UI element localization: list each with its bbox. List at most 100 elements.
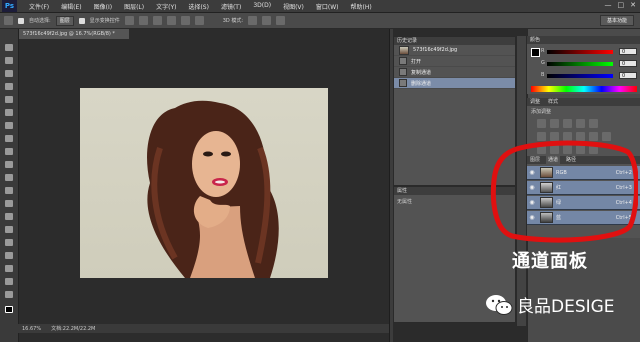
history-item[interactable]: 复制通道 <box>394 67 515 78</box>
g-channel-label: G <box>541 60 545 66</box>
adjustments-header: 调整 样式 <box>527 98 640 106</box>
history-state-icon <box>399 68 407 76</box>
dodge-icon[interactable] <box>3 212 16 221</box>
menu-file[interactable]: 文件(F) <box>23 2 55 11</box>
history-brush-icon[interactable] <box>3 160 16 169</box>
snapshot-label: 573f16c49f2d.jpg <box>413 47 458 53</box>
snapshot-thumbnail <box>399 45 409 55</box>
hand-icon[interactable] <box>3 277 16 286</box>
menu-edit[interactable]: 编辑(E) <box>55 2 87 11</box>
layer-select-dropdown[interactable]: 图层 <box>55 15 74 26</box>
brush-icon[interactable] <box>3 134 16 143</box>
workspace-dropdown[interactable]: 基本功能 <box>600 15 634 26</box>
pen-icon[interactable] <box>3 225 16 234</box>
blur-icon[interactable] <box>3 199 16 208</box>
window-controls: — □ ✕ <box>605 1 637 9</box>
show-transform-label: 显示变换控件 <box>89 18 120 24</box>
blue-slider[interactable] <box>547 74 613 78</box>
3d-rotate-icon[interactable] <box>248 16 258 25</box>
exposure-icon[interactable] <box>576 119 585 128</box>
red-value[interactable]: 0 <box>619 48 637 55</box>
history-item[interactable]: 打开 <box>394 56 515 67</box>
minimize-button[interactable]: — <box>605 1 612 9</box>
3d-pan-icon[interactable] <box>276 16 286 25</box>
checkbox-icon[interactable] <box>18 17 24 24</box>
color-swatch-icon[interactable] <box>3 305 16 314</box>
color-header[interactable]: 颜色 <box>527 36 640 44</box>
3d-roll-icon[interactable] <box>262 16 272 25</box>
watermark: 良品DESIGE <box>485 292 615 317</box>
green-slider[interactable] <box>547 62 613 66</box>
status-bar: 16.67% 文档:22.2M/22.2M <box>0 324 390 333</box>
menu-view[interactable]: 视图(V) <box>277 2 310 11</box>
menu-select[interactable]: 选择(S) <box>182 2 215 11</box>
type-icon[interactable] <box>3 238 16 247</box>
shape-icon[interactable] <box>3 264 16 273</box>
eraser-icon[interactable] <box>3 173 16 182</box>
move-tool-icon[interactable] <box>4 16 13 25</box>
lasso-icon[interactable] <box>3 69 16 78</box>
foreground-color-icon[interactable] <box>531 48 540 57</box>
history-header[interactable]: 历史记录 <box>394 37 515 45</box>
menu-image[interactable]: 图像(I) <box>88 2 118 11</box>
eyedropper-icon[interactable] <box>3 108 16 117</box>
blue-value[interactable]: 0 <box>619 72 637 79</box>
document-size: 文档:22.2M/22.2M <box>51 326 96 332</box>
clone-stamp-icon[interactable] <box>3 147 16 156</box>
gradient-icon[interactable] <box>3 186 16 195</box>
red-slider[interactable] <box>547 50 613 54</box>
color-spectrum[interactable] <box>531 86 637 92</box>
b-channel-label: B <box>541 72 545 78</box>
adjustment-icons <box>527 117 640 130</box>
canvas-image[interactable] <box>80 88 328 278</box>
menu-help[interactable]: 帮助(H) <box>345 2 378 11</box>
close-button[interactable]: ✕ <box>630 1 636 9</box>
tab-styles[interactable]: 样式 <box>548 98 558 106</box>
healing-brush-icon[interactable] <box>3 121 16 130</box>
tab-adjustments[interactable]: 调整 <box>530 98 540 106</box>
marquee-icon[interactable] <box>3 56 16 65</box>
tools-panel <box>0 29 19 342</box>
crop-icon[interactable] <box>3 95 16 104</box>
history-snapshot[interactable]: 573f16c49f2d.jpg <box>394 45 515 56</box>
watermark-text: 良品DESIGE <box>517 297 615 317</box>
menu-type[interactable]: 文字(Y) <box>150 2 182 11</box>
options-bar: 自动选择: 图层 显示变换控件 3D 模式: <box>0 13 640 29</box>
history-item-label: 复制通道 <box>411 69 432 76</box>
path-select-icon[interactable] <box>3 251 16 260</box>
distribute-icon[interactable] <box>166 16 176 25</box>
menu-bar: Ps 文件(F) 编辑(E) 图像(I) 图层(L) 文字(Y) 选择(S) 滤… <box>0 0 640 13</box>
distribute-center-icon[interactable] <box>180 16 190 25</box>
document-tab[interactable]: 573f16c49f2d.jpg @ 16.7%(RGB/8) * <box>19 29 129 39</box>
menu-3d[interactable]: 3D(D) <box>247 2 277 11</box>
move-icon[interactable] <box>3 43 16 52</box>
checkbox-transform-icon[interactable] <box>78 17 85 24</box>
vibrance-icon[interactable] <box>589 119 598 128</box>
quick-select-icon[interactable] <box>3 82 16 91</box>
menu-layer[interactable]: 图层(L) <box>118 2 150 11</box>
brightness-icon[interactable] <box>537 119 546 128</box>
r-channel-label: R <box>541 48 545 54</box>
distribute-right-icon[interactable] <box>194 16 204 25</box>
curves-icon[interactable] <box>563 119 572 128</box>
photoshop-logo: Ps <box>2 0 17 12</box>
menu-filter[interactable]: 滤镜(T) <box>215 2 247 11</box>
zoom-icon[interactable] <box>3 290 16 299</box>
auto-select-label: 自动选择: <box>29 18 51 24</box>
history-item-label: 打开 <box>411 58 422 65</box>
levels-icon[interactable] <box>550 119 559 128</box>
history-state-icon <box>399 57 407 65</box>
menu-items: 文件(F) 编辑(E) 图像(I) 图层(L) 文字(Y) 选择(S) 滤镜(T… <box>23 2 378 11</box>
align-right-icon[interactable] <box>152 16 162 25</box>
maximize-button[interactable]: □ <box>618 1 625 9</box>
highlight-circle <box>490 140 638 243</box>
menu-window[interactable]: 窗口(W) <box>310 2 345 11</box>
zoom-level[interactable]: 16.67% <box>22 326 41 332</box>
portrait-photo <box>147 100 279 278</box>
align-center-icon[interactable] <box>138 16 148 25</box>
green-value[interactable]: 0 <box>619 60 637 67</box>
align-icon[interactable] <box>124 16 134 25</box>
history-state-icon <box>399 79 407 87</box>
history-item-selected[interactable]: 删除通道 <box>394 78 515 89</box>
add-adjustment-label: 添加调整 <box>531 109 552 115</box>
